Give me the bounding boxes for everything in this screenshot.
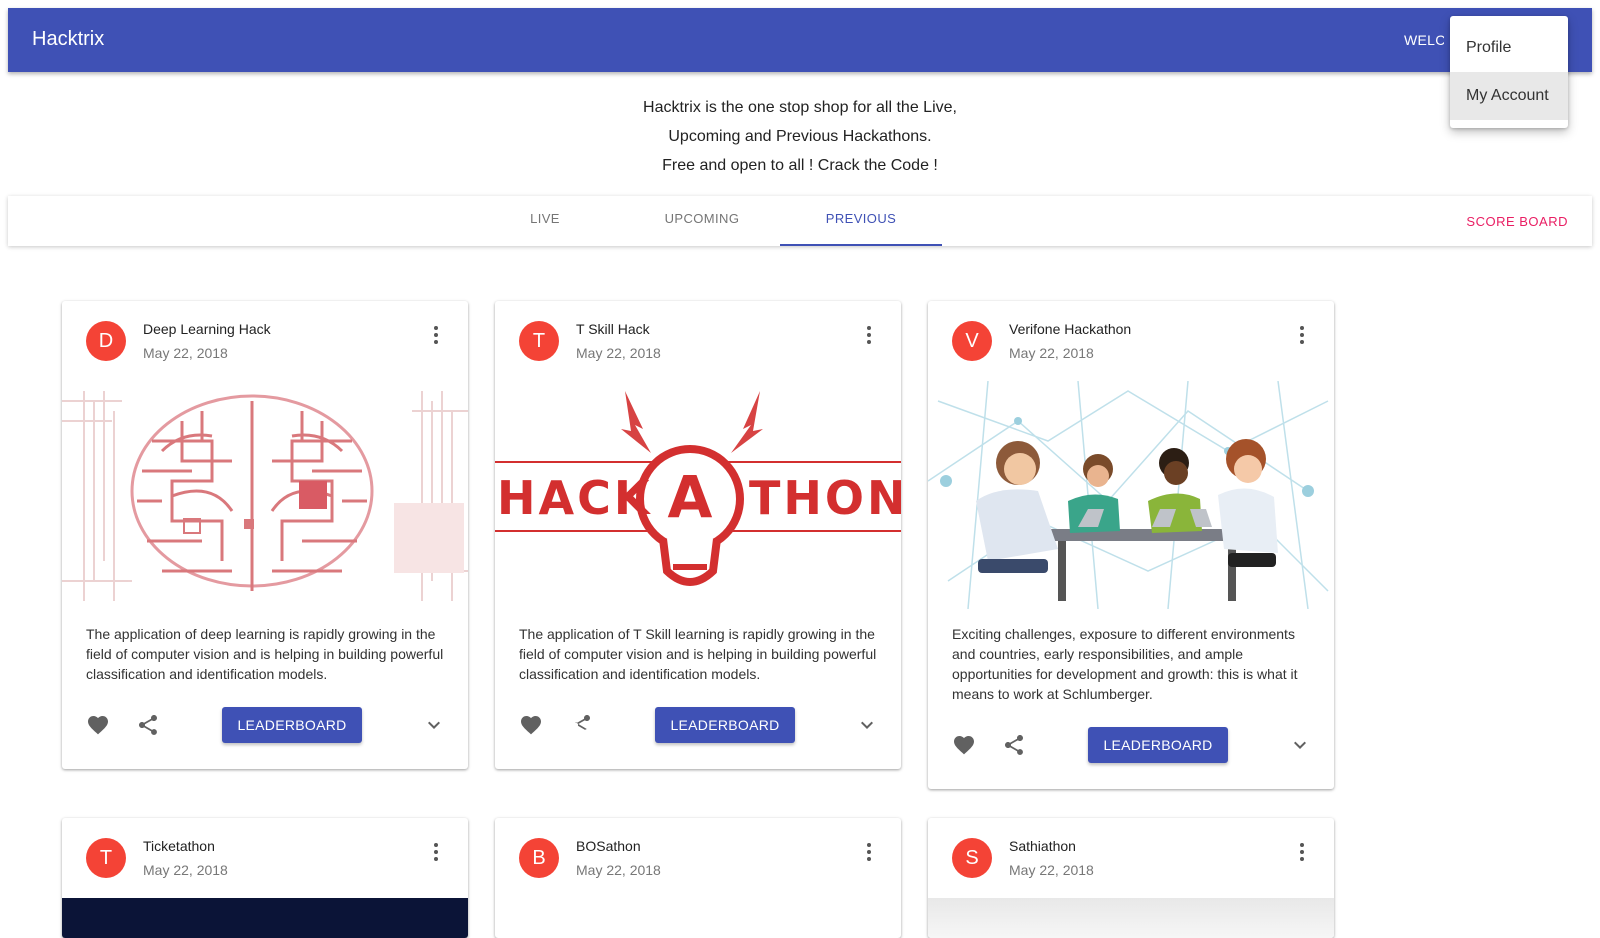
card-date: May 22, 2018: [143, 345, 228, 361]
favorite-icon[interactable]: [86, 713, 110, 737]
expand-more-icon[interactable]: [422, 713, 446, 737]
expand-more-icon[interactable]: [855, 713, 879, 737]
intro-line-3: Free and open to all ! Crack the Code !: [662, 157, 938, 174]
image-text-thon: THON: [749, 471, 901, 525]
favorite-icon[interactable]: [519, 713, 543, 737]
more-vert-icon[interactable]: [859, 840, 879, 864]
card-date: May 22, 2018: [1009, 862, 1094, 878]
app-title[interactable]: Hacktrix: [32, 28, 104, 51]
more-vert-icon[interactable]: [426, 840, 446, 864]
card-image-hackathon-logo: HACK A THON: [495, 381, 901, 609]
image-text-a: A: [668, 463, 713, 531]
leaderboard-button[interactable]: LEADERBOARD: [1088, 727, 1228, 763]
card-image-circuit-brain: [62, 381, 468, 609]
card-date: May 22, 2018: [576, 345, 661, 361]
card-title: BOSathon: [576, 838, 641, 854]
avatar: T: [86, 838, 126, 878]
card-title: Deep Learning Hack: [143, 321, 271, 337]
hackathon-card: D Deep Learning Hack May 22, 2018 The ap…: [62, 301, 468, 769]
more-vert-icon[interactable]: [1292, 840, 1312, 864]
card-image-team-coding: [928, 381, 1334, 609]
card-description: The application of deep learning is rapi…: [86, 626, 444, 682]
menu-item-my-account[interactable]: My Account: [1450, 72, 1568, 120]
card-image: [928, 898, 1334, 938]
share-icon[interactable]: [569, 713, 593, 737]
welcome-text[interactable]: WELCOME: [1404, 32, 1444, 48]
leaderboard-button[interactable]: LEADERBOARD: [222, 707, 362, 743]
card-title: Ticketathon: [143, 838, 215, 854]
tab-previous[interactable]: PREVIOUS: [780, 196, 942, 246]
avatar: V: [952, 321, 992, 361]
hackathon-card: T Ticketathon May 22, 2018: [62, 818, 468, 938]
menu-item-profile[interactable]: Profile: [1450, 24, 1568, 72]
more-vert-icon[interactable]: [426, 323, 446, 347]
leaderboard-button[interactable]: LEADERBOARD: [655, 707, 795, 743]
hackathon-card: B BOSathon May 22, 2018: [495, 818, 901, 938]
card-actions: LEADERBOARD: [495, 701, 901, 749]
avatar: T: [519, 321, 559, 361]
app-bar: Hacktrix WELCOME: [8, 8, 1592, 72]
avatar: D: [86, 321, 126, 361]
intro-line-2: Upcoming and Previous Hackathons.: [668, 128, 932, 145]
intro-line-1: Hacktrix is the one stop shop for all th…: [643, 99, 957, 116]
card-actions: LEADERBOARD: [62, 701, 468, 749]
tabs-bar: LIVE UPCOMING PREVIOUS SCORE BOARD: [8, 196, 1592, 246]
card-image: [62, 898, 468, 938]
more-vert-icon[interactable]: [859, 323, 879, 347]
account-menu: Profile My Account: [1450, 16, 1568, 128]
card-title: Sathiathon: [1009, 838, 1076, 854]
card-actions: LEADERBOARD: [928, 721, 1334, 769]
card-description: The application of T Skill learning is r…: [519, 626, 877, 682]
card-date: May 22, 2018: [1009, 345, 1094, 361]
avatar: S: [952, 838, 992, 878]
image-text-hack: HACK: [497, 471, 653, 525]
hackathon-card: S Sathiathon May 22, 2018: [928, 818, 1334, 938]
avatar: B: [519, 838, 559, 878]
share-icon[interactable]: [136, 713, 160, 737]
tab-upcoming[interactable]: UPCOMING: [621, 196, 783, 246]
score-board-button[interactable]: SCORE BOARD: [1466, 214, 1568, 229]
share-icon[interactable]: [1002, 733, 1026, 757]
card-title: Verifone Hackathon: [1009, 321, 1132, 337]
hackathon-card: T T Skill Hack May 22, 2018 HACK A THON …: [495, 301, 901, 769]
expand-more-icon[interactable]: [1288, 733, 1312, 757]
favorite-icon[interactable]: [952, 733, 976, 757]
hackathon-card: V Verifone Hackathon May 22, 2018 Exciti…: [928, 301, 1334, 789]
card-date: May 22, 2018: [576, 862, 661, 878]
card-title: T Skill Hack: [576, 321, 650, 337]
intro-text: Hacktrix is the one stop shop for all th…: [0, 93, 1600, 180]
more-vert-icon[interactable]: [1292, 323, 1312, 347]
card-date: May 22, 2018: [143, 862, 228, 878]
card-description: Exciting challenges, exposure to differe…: [952, 626, 1298, 702]
tab-live[interactable]: LIVE: [464, 196, 626, 246]
